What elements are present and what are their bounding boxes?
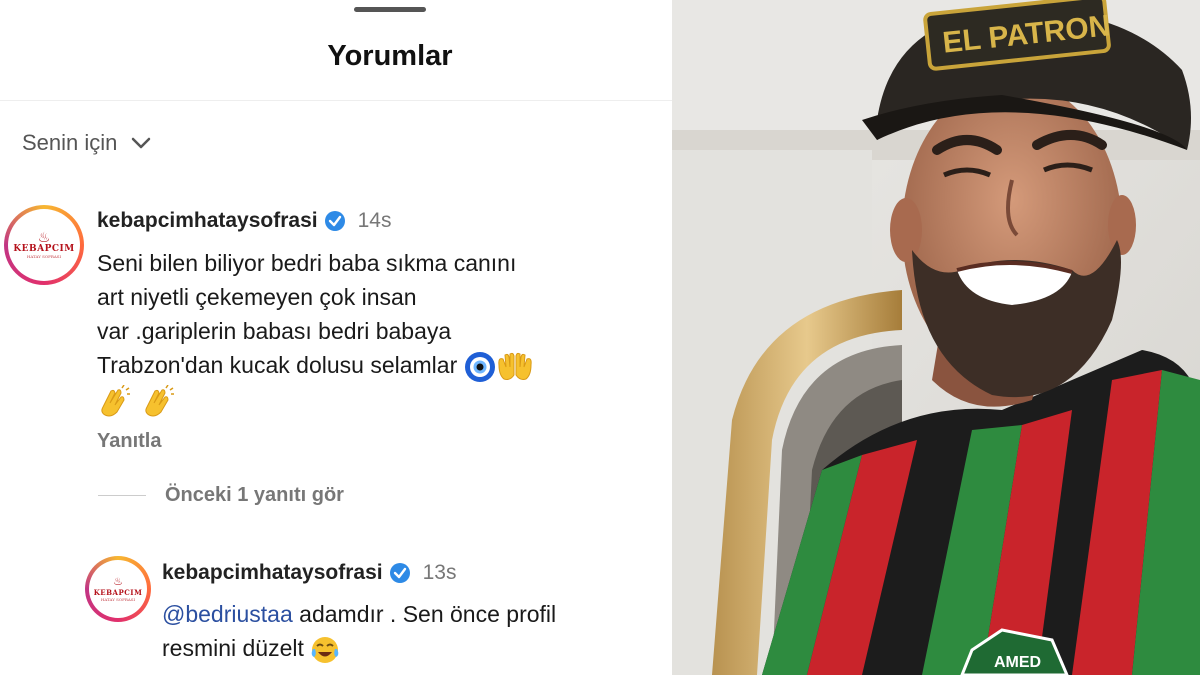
avatar[interactable]: ♨ KEBAPCIM HATAY SOFRASI bbox=[85, 556, 151, 622]
clapping-hands-icon bbox=[101, 384, 130, 417]
reply-button[interactable]: Yanıtla bbox=[97, 430, 161, 453]
timestamp: 14s bbox=[357, 209, 392, 232]
comments-panel: Yorumlar Senin için ♨ KEBAPCIM HATAY SOF… bbox=[0, 0, 672, 675]
view-previous-replies-link[interactable]: Önceki 1 yanıtı gör bbox=[165, 484, 344, 507]
open-hands-icon bbox=[497, 352, 532, 380]
comment-line-text: resmini düzelt bbox=[162, 635, 304, 661]
comment-line: Seni bilen biliyor bedri baba sıkma canı… bbox=[97, 250, 517, 276]
verified-badge-icon bbox=[389, 563, 410, 583]
chevron-down-icon bbox=[132, 137, 151, 149]
emoji-line bbox=[97, 383, 534, 419]
photo-panel: AMED EL PATRON bbox=[672, 0, 1200, 675]
username-link[interactable]: kebapcimhataysofrasi bbox=[162, 561, 383, 585]
username-link[interactable]: kebapcimhataysofrasi bbox=[97, 209, 318, 233]
page-title: Yorumlar bbox=[327, 40, 453, 72]
comment-line-text: Trabzon'dan kucak dolusu selamlar bbox=[97, 352, 458, 378]
comment-line: @bedriustaa adamdır . Sen önce profil bbox=[162, 597, 556, 631]
comment-line: Trabzon'dan kucak dolusu selamlar bbox=[97, 348, 534, 383]
tears-of-joy-icon bbox=[311, 636, 339, 663]
clapping-hands-icon bbox=[145, 384, 175, 417]
sort-dropdown[interactable]: Senin için bbox=[22, 130, 151, 156]
mention-link[interactable]: @bedriustaa bbox=[162, 601, 293, 627]
logo-icon: ♨ bbox=[37, 229, 51, 246]
comment-line: var .gariplerin babası bedri babaya bbox=[97, 318, 452, 344]
comment-header: kebapcimhataysofrasi 14s bbox=[97, 209, 391, 233]
man-in-cap-photo: AMED EL PATRON bbox=[672, 0, 1200, 675]
sheet-drag-handle[interactable] bbox=[354, 7, 426, 12]
avatar-sub: HATAY SOFRASI bbox=[26, 253, 62, 259]
comment-line: resmini düzelt bbox=[162, 631, 556, 665]
comment-line-text: adamdır . Sen önce profil bbox=[292, 601, 557, 627]
thread-line bbox=[98, 495, 146, 496]
timestamp: 13s bbox=[422, 561, 457, 584]
badge-text: AMED bbox=[994, 654, 1041, 671]
avatar-brand: KEBAPCIM bbox=[93, 588, 143, 597]
comment-text: Seni bilen biliyor bedri baba sıkma canı… bbox=[97, 246, 534, 419]
avatar[interactable]: ♨ KEBAPCIM HATAY SOFRASI bbox=[4, 205, 84, 285]
nazar-eye-icon bbox=[464, 351, 495, 382]
comment-header: kebapcimhataysofrasi 13s bbox=[162, 561, 456, 585]
header-divider bbox=[0, 100, 672, 101]
comment-text: @bedriustaa adamdır . Sen önce profil re… bbox=[162, 597, 556, 665]
sort-label: Senin için bbox=[22, 130, 118, 155]
comment-line: art niyetli çekemeyen çok insan bbox=[97, 284, 417, 310]
avatar-brand: KEBAPCIM bbox=[13, 243, 75, 254]
logo-icon: ♨ bbox=[113, 575, 123, 588]
verified-badge-icon bbox=[324, 211, 345, 231]
avatar-sub: HATAY SOFRASI bbox=[100, 597, 136, 602]
